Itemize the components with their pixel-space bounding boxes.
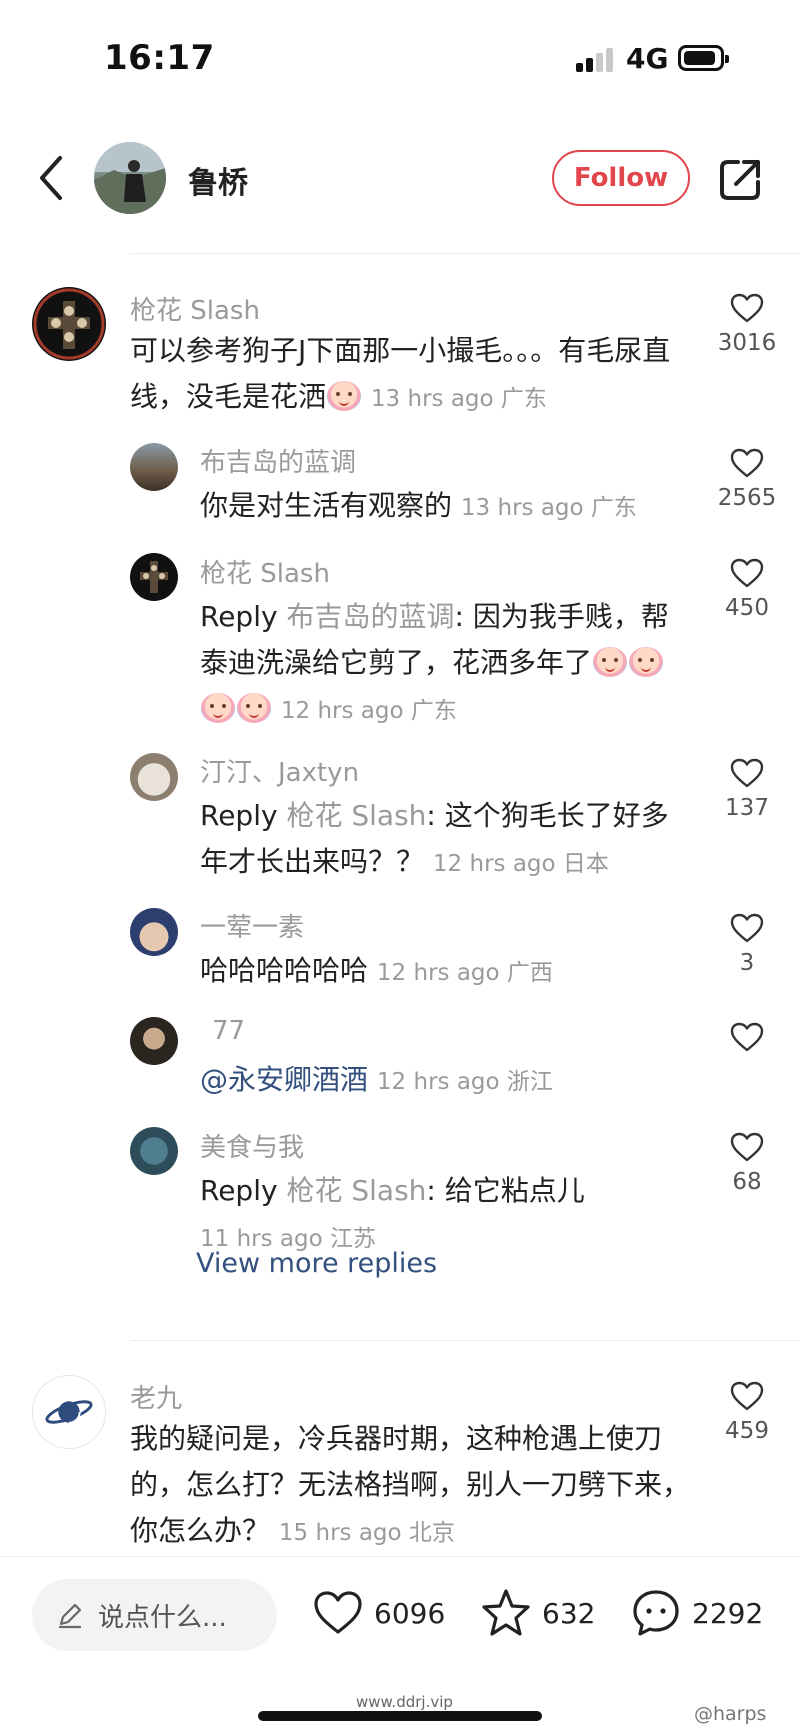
like-button[interactable]: 3: [702, 912, 792, 976]
favorite-count: 632: [542, 1596, 596, 1630]
commenter-avatar[interactable]: [130, 443, 178, 491]
comment-author[interactable]: 老九: [130, 1378, 182, 1415]
commenter-avatar[interactable]: [32, 287, 106, 361]
like-count: 3016: [717, 330, 777, 356]
comment-meta: 13 hrs ago 广东: [370, 386, 547, 412]
divider: [130, 253, 800, 254]
reply-target[interactable]: 布吉岛的蓝调: [286, 600, 454, 633]
battery-icon: [678, 45, 729, 71]
comment-body: 可以参考狗子J下面那一小撮毛。。。有毛尿直线，没毛是花洒 13 hrs ago …: [130, 328, 680, 422]
watermark: www.ddrj.vip: [356, 1693, 453, 1711]
commenter-avatar[interactable]: [32, 1375, 106, 1449]
like-count: 137: [725, 795, 769, 821]
commenter-avatar[interactable]: [130, 1017, 178, 1065]
comment-meta: 12 hrs ago 浙江: [376, 1069, 553, 1095]
like-button[interactable]: 68: [702, 1131, 792, 1195]
comment-body: @永安卿酒酒 12 hrs ago 浙江: [200, 1057, 690, 1105]
comment-text: 给它粘点儿: [444, 1174, 585, 1207]
author-avatar[interactable]: [94, 142, 166, 214]
comment-input[interactable]: 说点什么...: [32, 1579, 277, 1651]
like-count: 459: [725, 1418, 769, 1444]
favorite-stat-button[interactable]: 632: [480, 1587, 595, 1639]
comment-author[interactable]: 汀汀、Jaxtyn: [200, 752, 359, 789]
like-count: 450: [725, 595, 769, 621]
comment-meta: 12 hrs ago 广东: [280, 698, 457, 724]
heart-icon: [730, 293, 764, 323]
status-time: 16:17: [104, 38, 215, 78]
comment-meta: 15 hrs ago 北京: [278, 1520, 455, 1546]
network-label: 4G: [626, 42, 669, 75]
heart-icon: [730, 558, 764, 588]
like-button[interactable]: 3016: [702, 292, 792, 356]
back-arrow-icon[interactable]: [32, 148, 72, 208]
heart-icon: [730, 448, 764, 478]
like-button[interactable]: 459: [702, 1380, 792, 1444]
reply-label: Reply: [200, 600, 278, 633]
like-button[interactable]: 2565: [702, 447, 792, 511]
comment-meta: 12 hrs ago 日本: [432, 851, 609, 877]
commenter-avatar[interactable]: [130, 908, 178, 956]
reply-target[interactable]: 枪花 Slash: [286, 799, 426, 832]
reply-label: Reply: [200, 1174, 278, 1207]
like-count: 68: [732, 1169, 762, 1195]
crying-emoji-icon: [327, 381, 362, 411]
mention-link[interactable]: @永安卿酒酒: [200, 1063, 368, 1096]
like-count: 6096: [374, 1596, 446, 1630]
reply-target[interactable]: 枪花 Slash: [286, 1174, 426, 1207]
crying-emoji-icon: [201, 693, 235, 723]
divider: [130, 1340, 800, 1341]
like-button[interactable]: 137: [702, 757, 792, 821]
like-count: 3: [739, 950, 755, 976]
comment-meta: 12 hrs ago 广西: [376, 960, 553, 986]
follow-button[interactable]: Follow: [552, 150, 690, 206]
share-icon[interactable]: [716, 154, 766, 204]
star-icon: [482, 1589, 530, 1636]
like-stat-button[interactable]: 6096: [312, 1587, 445, 1639]
like-count: 2565: [717, 485, 777, 511]
crying-emoji-icon: [237, 693, 271, 723]
heart-icon: [730, 1022, 764, 1052]
heart-icon: [730, 913, 764, 943]
chat-bubble-icon: [633, 1590, 679, 1636]
comment-author[interactable]: 美食与我: [200, 1127, 304, 1164]
heart-icon: [730, 758, 764, 788]
status-bar: 16:17 4G: [0, 0, 800, 110]
heart-icon: [730, 1132, 764, 1162]
comment-author[interactable]: 枪花 Slash: [200, 553, 330, 590]
comment-author[interactable]: 一荤一素: [200, 907, 304, 944]
comment-body: 哈哈哈哈哈哈 12 hrs ago 广西: [200, 948, 690, 996]
planet-icon: [45, 1400, 93, 1424]
commenter-avatar[interactable]: [130, 553, 178, 601]
comment-count: 2292: [692, 1596, 764, 1630]
comment-author[interactable]: 77: [212, 1016, 245, 1046]
like-button[interactable]: [702, 1021, 792, 1059]
signal-icon: [576, 46, 616, 72]
reply-label: Reply: [200, 799, 278, 832]
bottom-action-bar: 说点什么... 6096 632 2292 www.ddrj.vip @harp…: [0, 1556, 800, 1735]
input-placeholder: 说点什么...: [98, 1602, 227, 1633]
comment-body: Reply 布吉岛的蓝调: 因为我手贱，帮泰迪洗澡给它剪了，花洒多年了 12 h…: [200, 600, 669, 724]
heart-icon: [314, 1591, 362, 1634]
commenter-avatar[interactable]: [130, 753, 178, 801]
comment-body: 你是对生活有观察的 13 hrs ago 广东: [200, 483, 700, 531]
comment-author[interactable]: 布吉岛的蓝调: [200, 442, 356, 479]
heart-icon: [730, 1381, 764, 1411]
comment-meta: 13 hrs ago 广东: [460, 495, 637, 521]
nav-bar: 鲁桥 Follow: [0, 130, 800, 230]
like-button[interactable]: 450: [702, 557, 792, 621]
crying-emoji-icon: [629, 647, 664, 677]
author-name[interactable]: 鲁桥: [188, 158, 248, 202]
watermark: @harps: [694, 1703, 767, 1725]
pencil-icon: [58, 1603, 82, 1629]
comment-body: Reply 枪花 Slash: 这个狗毛长了好多年才长出来吗？？ 12 hrs …: [200, 799, 669, 878]
comment-text: 你是对生活有观察的: [200, 489, 453, 522]
commenter-avatar[interactable]: [130, 1127, 178, 1175]
home-indicator[interactable]: [258, 1711, 542, 1721]
comment-text: 哈哈哈哈哈哈: [200, 954, 369, 987]
comment-author[interactable]: 枪花 Slash: [130, 290, 260, 327]
view-more-replies-link[interactable]: View more replies: [196, 1248, 437, 1279]
crying-emoji-icon: [593, 647, 628, 677]
comment-body: 我的疑问是，冷兵器时期，这种枪遇上使刀的，怎么打？无法格挡啊，别人一刀劈下来，你…: [130, 1416, 690, 1556]
comment-stat-button[interactable]: 2292: [630, 1587, 763, 1639]
